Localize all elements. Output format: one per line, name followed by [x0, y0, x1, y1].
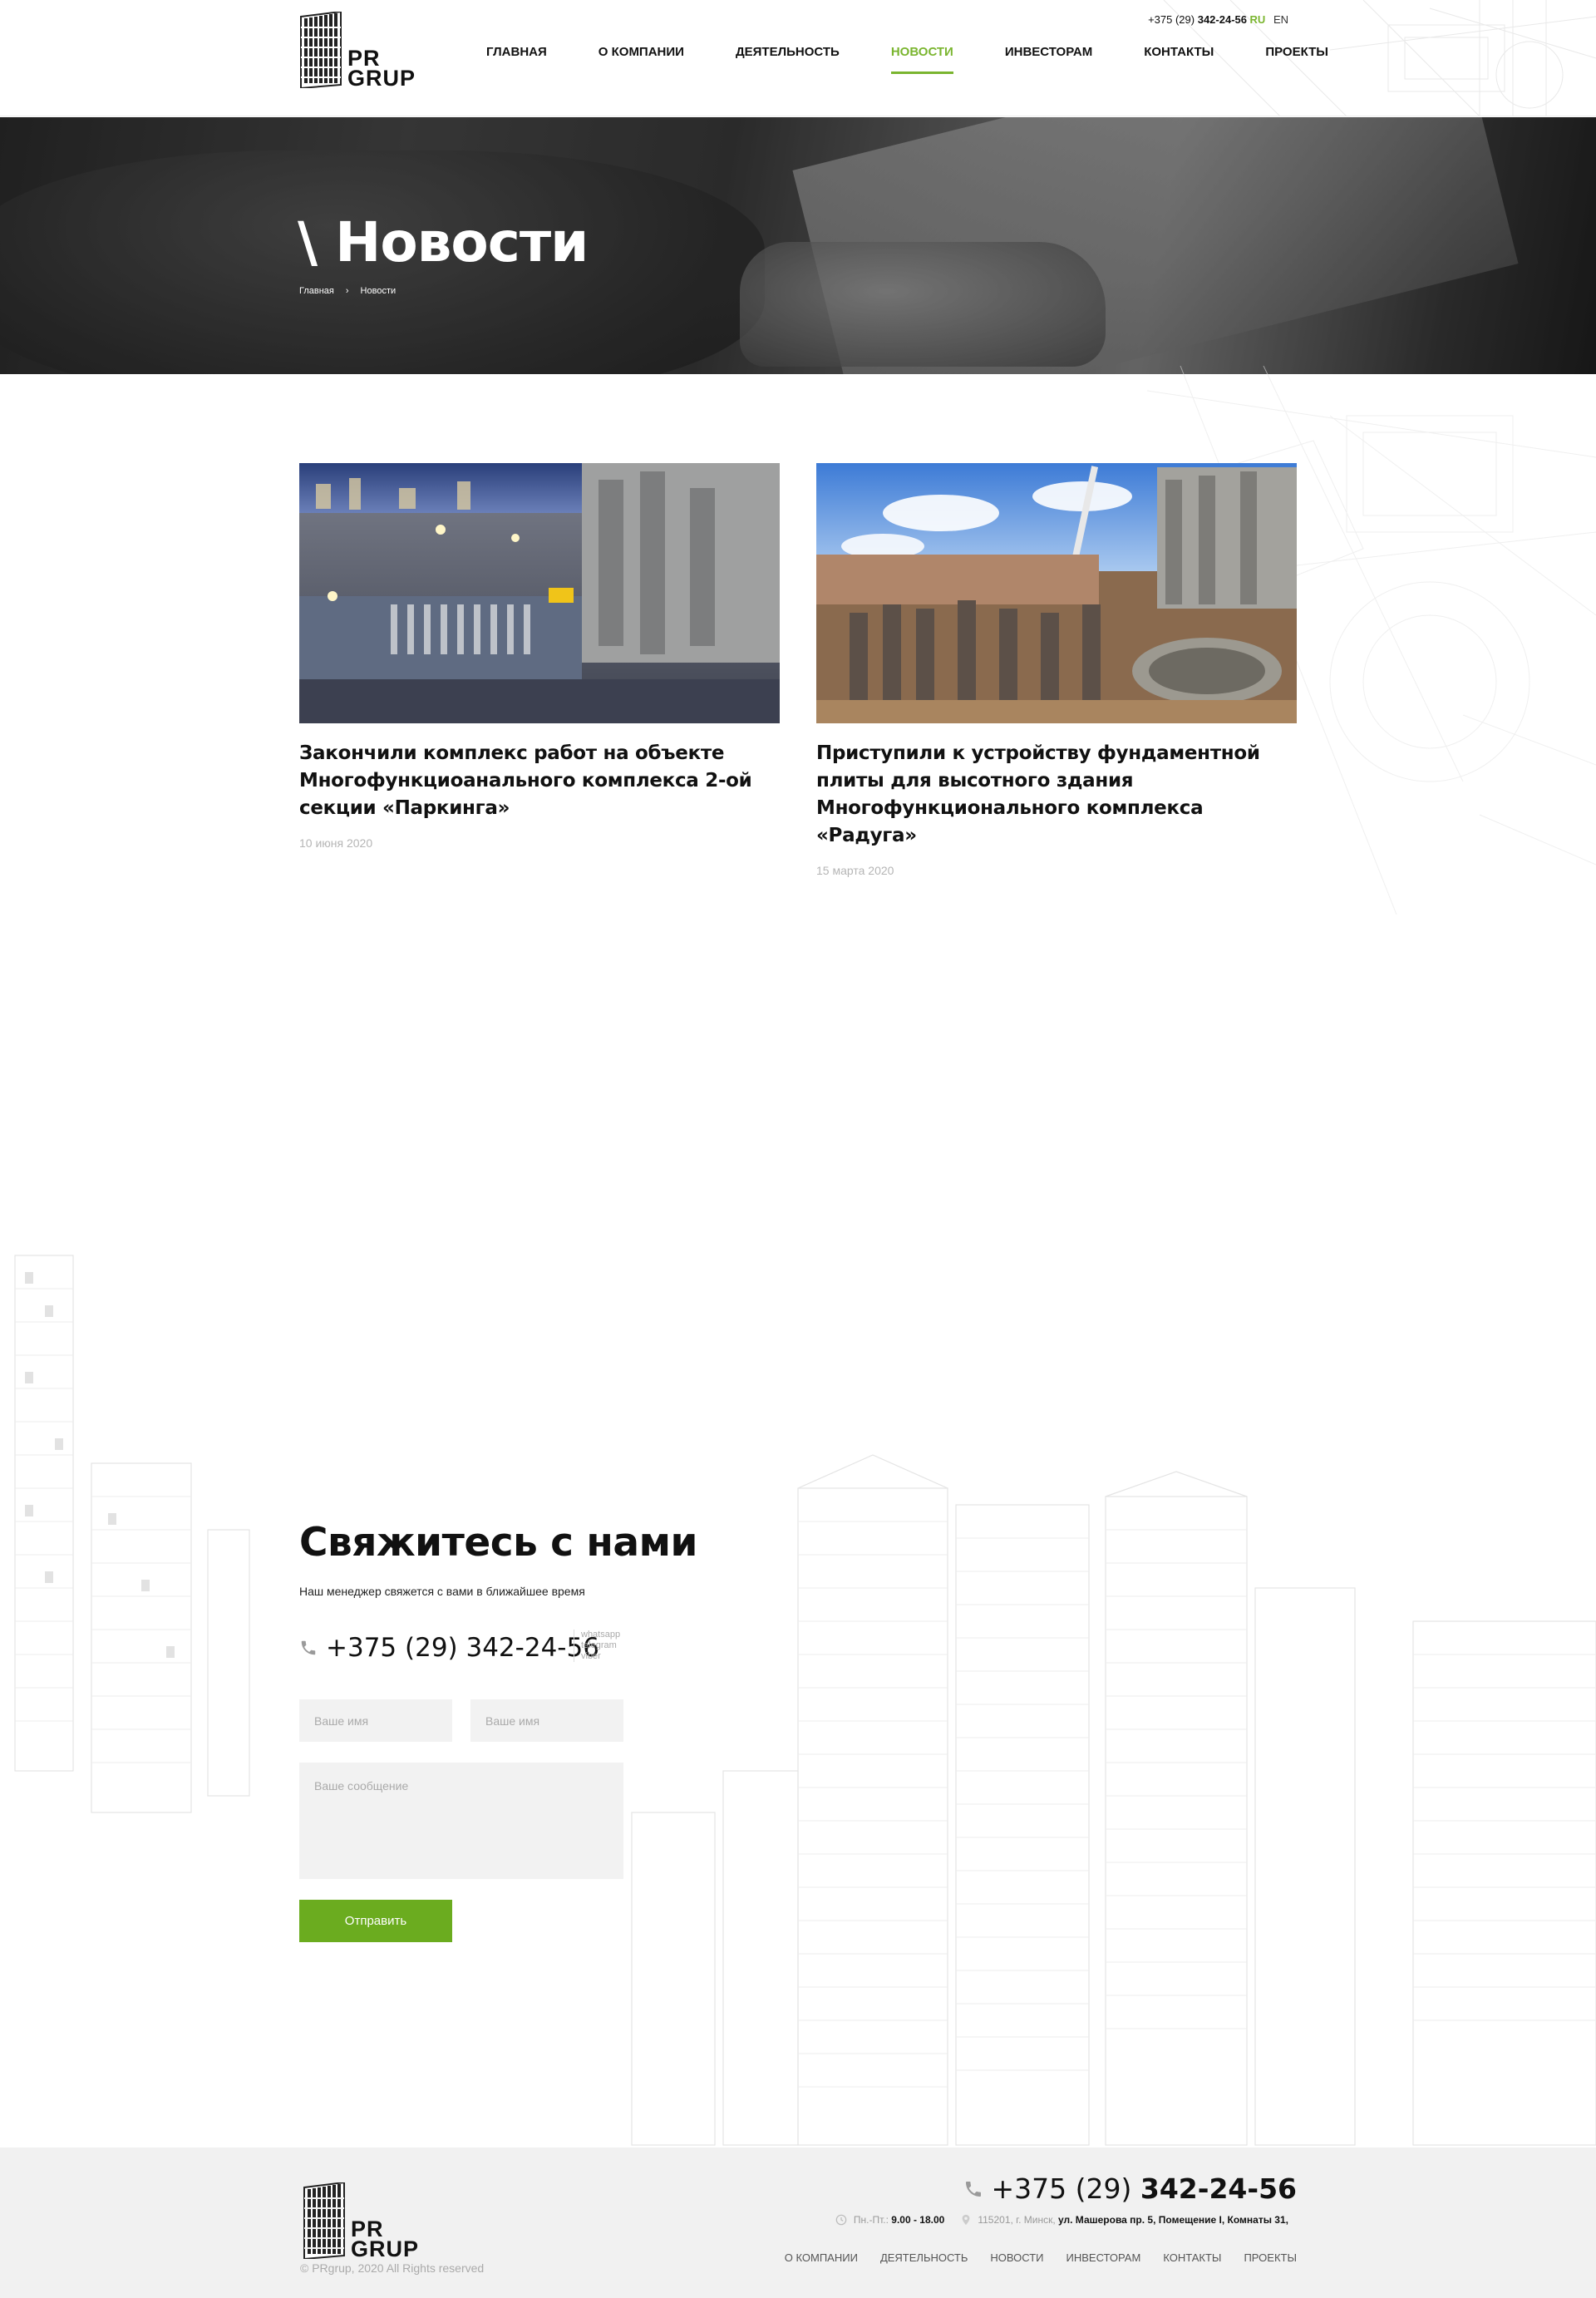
breadcrumb-separator: › — [345, 286, 349, 296]
hero-overlay — [0, 117, 1596, 374]
contact-subtitle: Наш менеджер свяжется с вами в ближайшее… — [299, 1585, 585, 1598]
footer-nav-investors[interactable]: Инвесторам — [1066, 2251, 1141, 2264]
city-skyline-decoration — [14, 1255, 1596, 2146]
footer-nav-news[interactable]: Новости — [990, 2251, 1043, 2264]
messenger-links: whatsapp telegram viber — [574, 1630, 620, 1662]
main-nav: Главная О компании Деятельность Новости … — [486, 45, 1328, 92]
hero-banner: \ Новости Главная › Новости — [0, 117, 1596, 374]
news-card[interactable]: Закончили комплекс работ на объекте Мног… — [299, 463, 780, 850]
logo-line-2: GRUP — [351, 2236, 420, 2261]
site-footer: PR GRUP © PRgrup, 2020 All Rights reserv… — [0, 2148, 1596, 2298]
nav-projects[interactable]: Проекты — [1265, 45, 1328, 92]
header-phone-prefix: +375 (29) — [1148, 13, 1195, 26]
viber-link[interactable]: viber — [581, 1651, 620, 1662]
news-title[interactable]: Приступили к устройству фундаментной пли… — [816, 740, 1297, 850]
footer-phone-number: 342-24-56 — [1140, 2172, 1297, 2205]
news-date: 15 марта 2020 — [816, 864, 894, 877]
phone-icon — [301, 1640, 316, 1655]
submit-button[interactable]: Отправить — [299, 1900, 452, 1942]
message-textarea[interactable] — [299, 1763, 623, 1879]
footer-address: 115201, г. Минск, ул. Машерова пр. 5, По… — [961, 2214, 1288, 2226]
logo-wordmark: PR GRUP — [351, 2218, 420, 2261]
footer-phone-text: +375 (29) 342-24-56 — [992, 2172, 1298, 2205]
footer-nav-activity[interactable]: Деятельность — [880, 2251, 968, 2264]
logo[interactable]: PR GRUP — [298, 12, 416, 91]
location-pin-icon — [962, 2214, 970, 2226]
nav-about[interactable]: О компании — [598, 45, 684, 92]
site-header: PR GRUP +375 (29) 342-24-56 RU EN Главна… — [0, 0, 1596, 116]
contact-title: Свяжитесь с нами — [299, 1520, 697, 1566]
name-input[interactable] — [299, 1699, 452, 1742]
phone-icon — [965, 2181, 981, 2197]
footer-hours-label: Пн.-Пт.: — [853, 2214, 889, 2226]
second-name-input[interactable] — [470, 1699, 623, 1742]
logo-wordmark: PR GRUP — [347, 47, 416, 91]
header-phone-number: 342-24-56 — [1197, 13, 1247, 26]
news-image-parking[interactable] — [299, 463, 780, 723]
footer-phone-prefix: +375 (29) — [991, 2172, 1132, 2205]
telegram-link[interactable]: telegram — [581, 1640, 620, 1651]
breadcrumb-current: Новости — [360, 286, 397, 296]
footer-hours: Пн.-Пт.: 9.00 - 18.00 — [835, 2214, 944, 2226]
language-switcher: RU EN — [1245, 13, 1288, 26]
contact-phone-number: +375 (29) 342-24-56 — [326, 1633, 599, 1663]
news-card[interactable]: Приступили к устройству фундаментной пли… — [816, 463, 1297, 877]
breadcrumb-home[interactable]: Главная — [299, 286, 334, 296]
footer-info: Пн.-Пт.: 9.00 - 18.00 115201, г. Минск, … — [835, 2214, 1288, 2226]
nav-news[interactable]: Новости — [890, 45, 953, 92]
footer-phone[interactable]: +375 (29) 342-24-56 — [963, 2172, 1298, 2205]
footer-nav-contacts[interactable]: Контакты — [1163, 2251, 1221, 2264]
footer-nav-projects[interactable]: Проекты — [1244, 2251, 1297, 2264]
nav-home[interactable]: Главная — [486, 45, 547, 92]
logo-building-icon — [300, 12, 342, 88]
nav-investors[interactable]: Инвесторам — [1005, 45, 1092, 92]
footer-address-prefix: 115201, г. Минск, — [978, 2214, 1056, 2226]
nav-contacts[interactable]: Контакты — [1144, 45, 1214, 92]
news-image-raduga[interactable] — [816, 463, 1297, 723]
footer-hours-value: 9.00 - 18.00 — [891, 2214, 945, 2226]
whatsapp-link[interactable]: whatsapp — [581, 1630, 620, 1640]
page-title: \ Новости — [298, 210, 589, 274]
footer-nav: О компании Деятельность Новости Инвестор… — [785, 2251, 1297, 2264]
nav-activity[interactable]: Деятельность — [736, 45, 840, 92]
lang-en[interactable]: EN — [1273, 13, 1288, 26]
breadcrumb: Главная › Новости — [299, 286, 396, 296]
clock-icon — [835, 2214, 847, 2226]
footer-logo[interactable]: PR GRUP — [301, 2182, 420, 2261]
footer-address-value: ул. Машерова пр. 5, Помещение I, Комнаты… — [1058, 2214, 1288, 2226]
news-date: 10 июня 2020 — [299, 836, 373, 850]
logo-line-2: GRUP — [347, 66, 416, 91]
footer-nav-about[interactable]: О компании — [785, 2251, 858, 2264]
copyright: © PRgrup, 2020 All Rights reserved — [300, 2261, 485, 2275]
contact-phone[interactable]: +375 (29) 342-24-56 — [299, 1633, 599, 1663]
logo-building-icon — [303, 2182, 345, 2259]
lang-ru[interactable]: RU — [1250, 13, 1266, 26]
news-title[interactable]: Закончили комплекс работ на объекте Мног… — [299, 740, 780, 822]
header-phone[interactable]: +375 (29) 342-24-56 — [1148, 13, 1247, 26]
